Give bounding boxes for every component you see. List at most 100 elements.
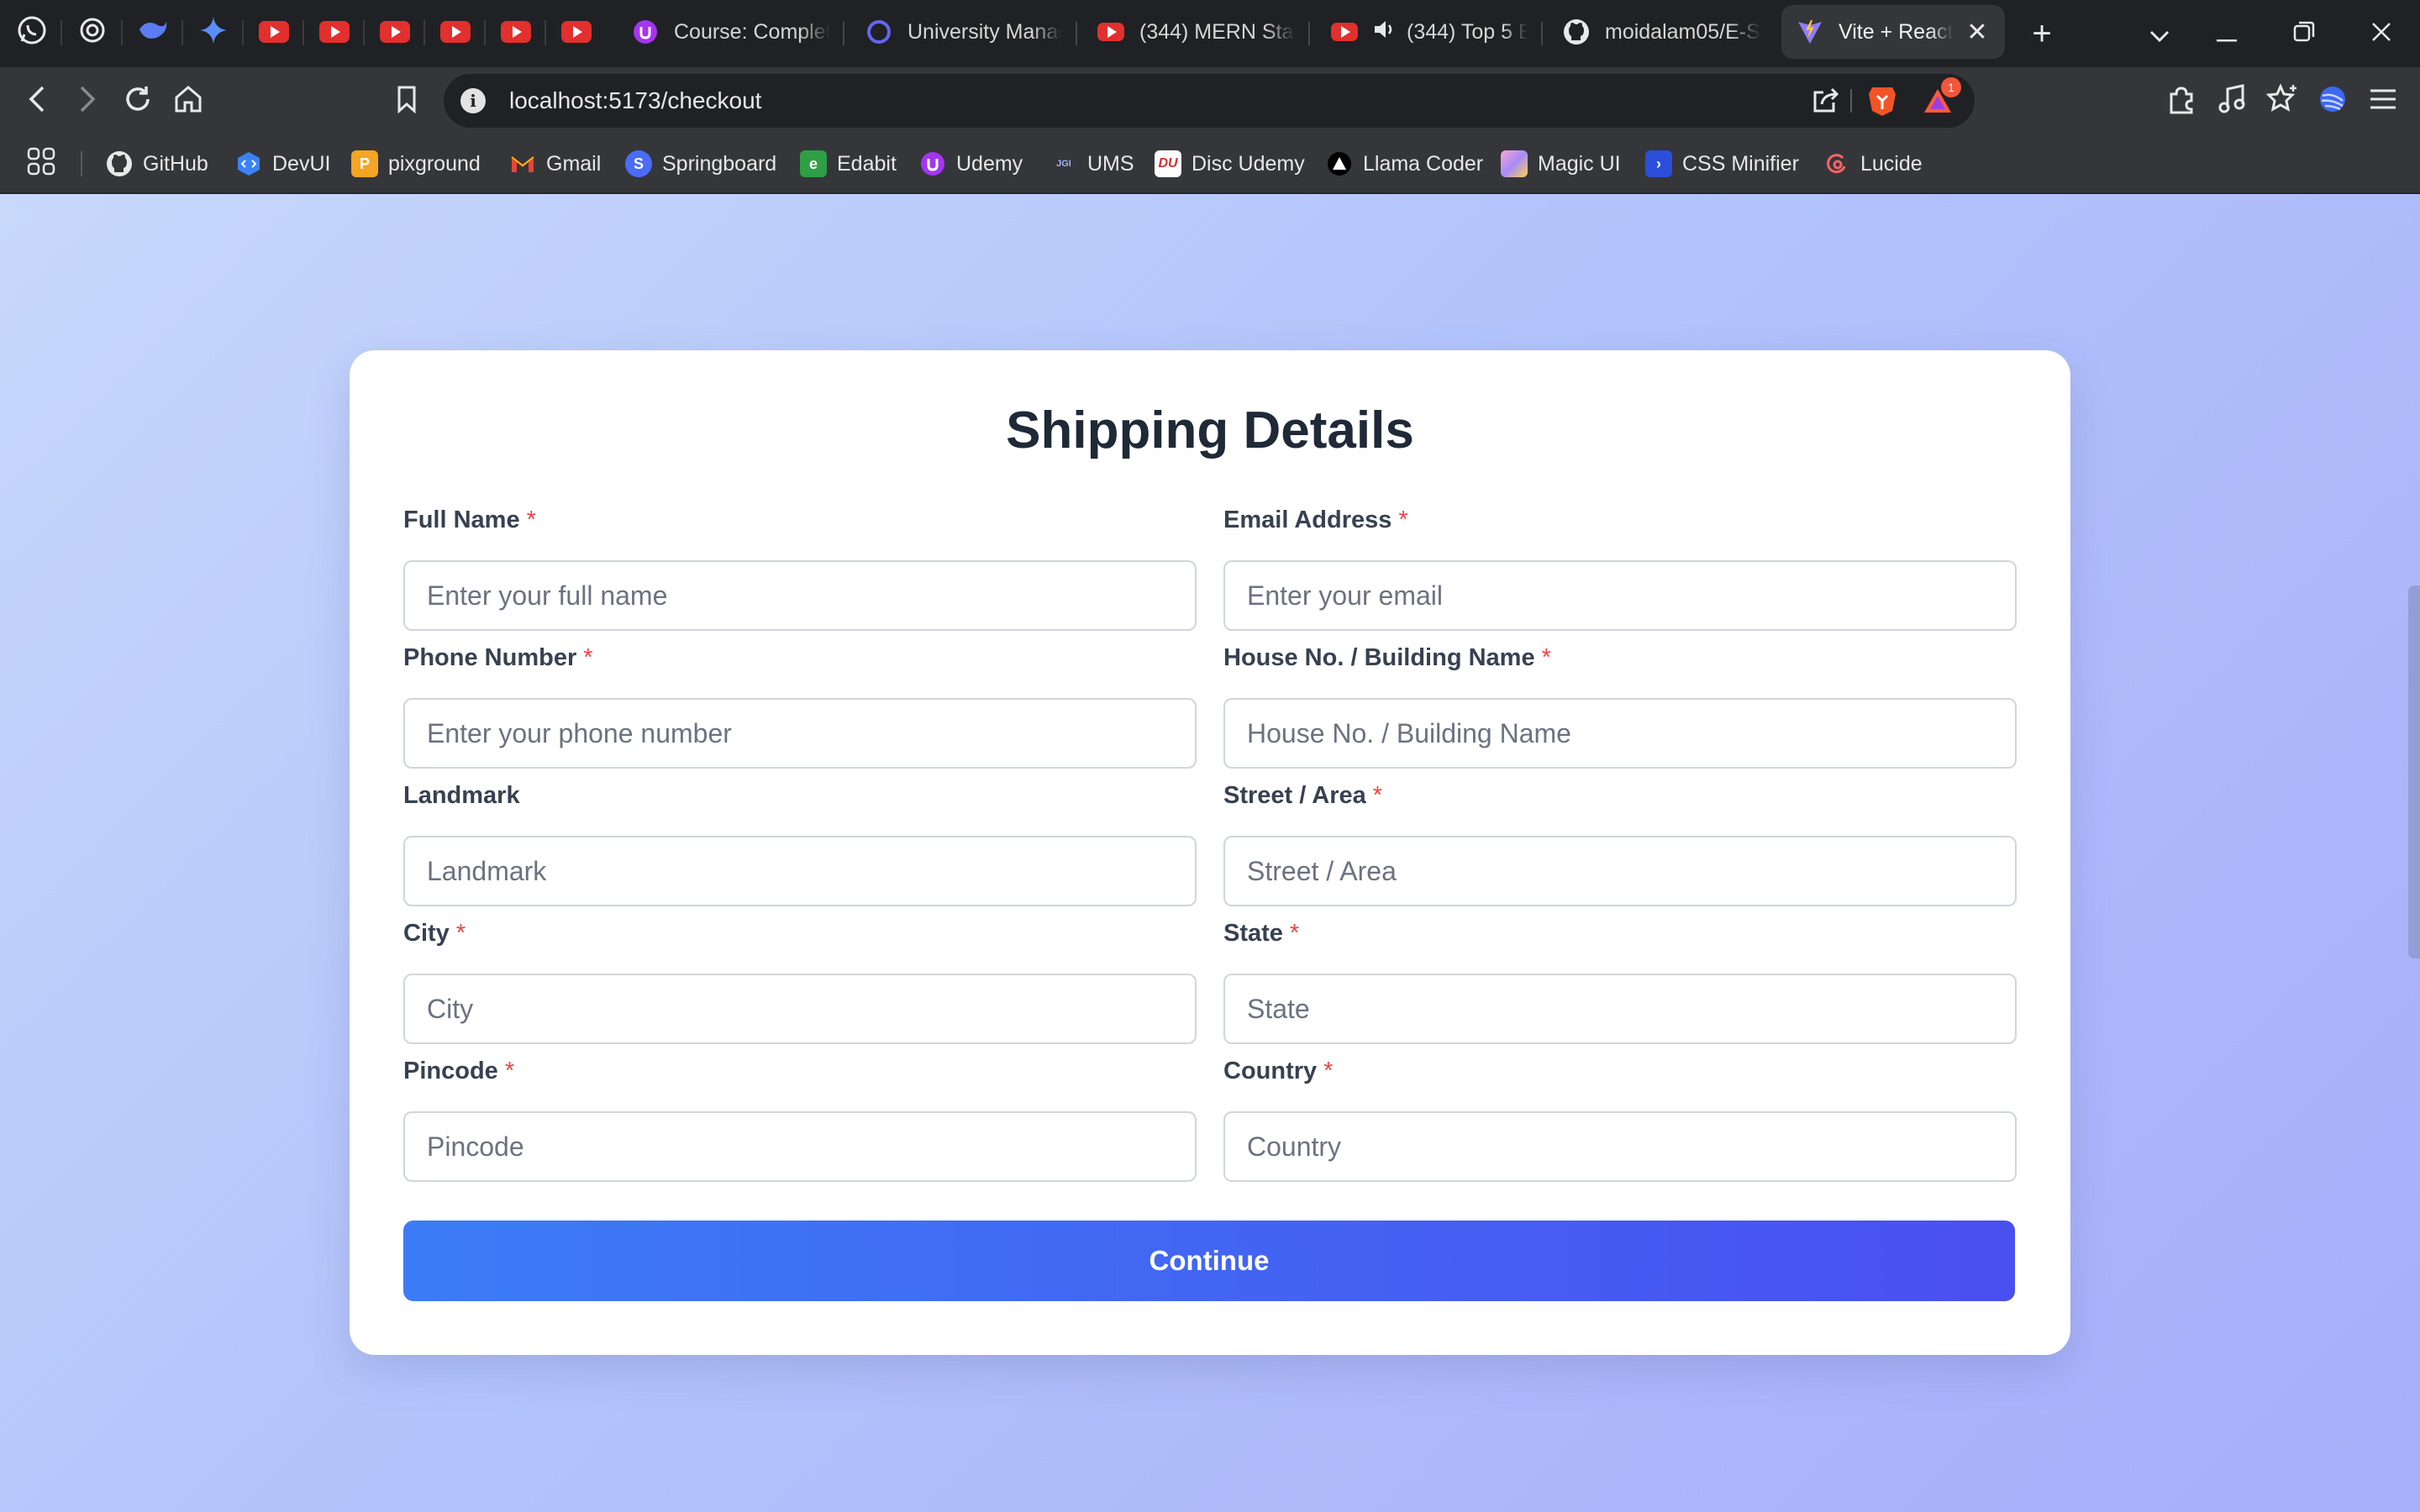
bookmark-label: Gmail bbox=[546, 151, 602, 176]
address-bar[interactable]: i localhost:5173/checkout 1 bbox=[444, 74, 1975, 128]
bookmark-label: Edabit bbox=[837, 151, 897, 176]
street-field: Street / Area * bbox=[1223, 782, 2017, 906]
tab-course[interactable]: Course: Complete C bbox=[617, 5, 845, 59]
wallet-button[interactable] bbox=[2307, 76, 2358, 126]
pinned-tab-whatsapp[interactable] bbox=[5, 5, 62, 59]
puzzle-icon bbox=[2166, 84, 2196, 118]
bookmark-icon bbox=[397, 85, 417, 118]
email-input[interactable] bbox=[1223, 560, 2017, 631]
bookmark-ums[interactable]: JGI UMS bbox=[1050, 134, 1134, 193]
close-tab-icon[interactable]: ✕ bbox=[1965, 18, 1990, 47]
house-input[interactable] bbox=[1223, 698, 2017, 769]
tab-top-5[interactable]: (344) Top 5 B bbox=[1316, 5, 1543, 59]
street-input[interactable] bbox=[1223, 836, 2017, 906]
tab-mern-stack[interactable]: (344) MERN Stack bbox=[1082, 5, 1311, 59]
plus-icon: + bbox=[2032, 14, 2052, 52]
bookmark-label: Llama Coder bbox=[1363, 151, 1484, 176]
close-icon bbox=[2370, 18, 2392, 50]
bookmark-page-button[interactable] bbox=[381, 76, 432, 126]
github-icon bbox=[1563, 18, 1590, 45]
pinned-tab-youtube-5[interactable] bbox=[489, 5, 546, 59]
phone-input[interactable] bbox=[403, 698, 1197, 769]
leo-ai-button[interactable] bbox=[2257, 76, 2307, 126]
new-tab-button[interactable]: + bbox=[2017, 8, 2067, 59]
state-input[interactable] bbox=[1223, 974, 2017, 1044]
tab-title: moidalam05/E-Sh bbox=[1605, 19, 1761, 44]
extensions-button[interactable] bbox=[2156, 76, 2207, 126]
bookmark-lucide[interactable]: Lucide bbox=[1823, 134, 1923, 193]
tab-vite-react[interactable]: Vite + React ✕ bbox=[1781, 5, 2005, 59]
full-name-label: Full Name * bbox=[403, 507, 536, 533]
bookmark-llama-coder[interactable]: Llama Coder bbox=[1326, 134, 1483, 193]
sparkle-star-icon bbox=[2265, 82, 2298, 119]
youtube-icon bbox=[501, 21, 531, 43]
pinned-tab-youtube-2[interactable] bbox=[308, 5, 365, 59]
brave-shields-icon[interactable] bbox=[1867, 84, 1897, 122]
bookmark-udemy[interactable]: Udemy bbox=[919, 134, 1023, 193]
close-window-button[interactable] bbox=[2356, 8, 2407, 59]
continue-button[interactable]: Continue bbox=[403, 1221, 2015, 1301]
springboard-icon: S bbox=[625, 150, 652, 177]
pinned-tab-gemini[interactable] bbox=[187, 5, 244, 59]
url-text[interactable]: localhost:5173/checkout bbox=[509, 74, 761, 128]
home-button[interactable] bbox=[163, 76, 213, 126]
pinned-tab-deepseek[interactable] bbox=[126, 5, 183, 59]
bookmark-devui[interactable]: DevUI bbox=[235, 134, 330, 193]
magic-ui-icon bbox=[1501, 150, 1528, 177]
address-divider bbox=[1850, 89, 1852, 113]
bookmark-pixground[interactable]: P pixground bbox=[351, 134, 481, 193]
tab-search-button[interactable] bbox=[2134, 8, 2185, 59]
tab-github[interactable]: moidalam05/E-Sh bbox=[1548, 5, 1776, 59]
bookmarks-divider bbox=[81, 151, 82, 176]
pinned-tab-youtube-1[interactable] bbox=[247, 5, 304, 59]
landmark-field: Landmark bbox=[403, 782, 1197, 906]
share-icon[interactable] bbox=[1810, 86, 1840, 120]
pinned-tab-youtube-3[interactable] bbox=[368, 5, 425, 59]
minimize-button[interactable] bbox=[2202, 8, 2252, 59]
site-info-icon[interactable]: i bbox=[460, 88, 486, 113]
scrollbar-thumb[interactable] bbox=[2408, 585, 2420, 958]
tab-divider bbox=[1541, 22, 1543, 45]
pinned-tab-youtube-6[interactable] bbox=[550, 5, 603, 59]
speaker-icon[interactable] bbox=[1373, 19, 1395, 45]
forward-button[interactable] bbox=[62, 76, 113, 126]
pinned-tab-youtube-4[interactable] bbox=[429, 5, 486, 59]
whatsapp-icon bbox=[17, 15, 47, 50]
youtube-icon bbox=[1097, 18, 1124, 45]
chatgpt-icon bbox=[77, 15, 108, 50]
youtube-icon bbox=[380, 21, 410, 43]
country-input[interactable] bbox=[1223, 1111, 2017, 1182]
home-icon bbox=[173, 84, 203, 118]
pincode-input[interactable] bbox=[403, 1111, 1197, 1182]
pinned-tab-chatgpt[interactable] bbox=[66, 5, 123, 59]
bookmark-css-minifier[interactable]: › CSS Minifier bbox=[1645, 134, 1799, 193]
tab-divider bbox=[1308, 22, 1310, 45]
bookmark-disc-udemy[interactable]: DU Disc Udemy bbox=[1155, 134, 1305, 193]
bookmark-label: pixground bbox=[388, 151, 481, 176]
media-button[interactable] bbox=[2207, 76, 2257, 126]
github-icon bbox=[106, 150, 133, 177]
house-field: House No. / Building Name * bbox=[1223, 644, 2017, 769]
bookmark-gmail[interactable]: Gmail bbox=[509, 134, 601, 193]
bookmark-label: Disc Udemy bbox=[1192, 151, 1305, 176]
bookmark-edabit[interactable]: e Edabit bbox=[800, 134, 897, 193]
ums-icon: JGI bbox=[1056, 159, 1071, 169]
youtube-icon bbox=[319, 21, 350, 43]
bookmark-magic-ui[interactable]: Magic UI bbox=[1501, 134, 1621, 193]
landmark-input[interactable] bbox=[403, 836, 1197, 906]
state-field: State * bbox=[1223, 920, 2017, 1044]
state-label: State * bbox=[1223, 920, 1300, 947]
bookmark-github[interactable]: GitHub bbox=[106, 134, 208, 193]
apps-button[interactable] bbox=[27, 134, 55, 193]
menu-button[interactable] bbox=[2358, 76, 2408, 126]
reload-button[interactable] bbox=[113, 76, 163, 126]
restore-button[interactable] bbox=[2279, 8, 2329, 59]
pincode-label: Pincode * bbox=[403, 1058, 515, 1084]
youtube-icon bbox=[1331, 18, 1358, 45]
full-name-input[interactable] bbox=[403, 560, 1197, 631]
back-button[interactable] bbox=[12, 76, 62, 126]
youtube-icon bbox=[440, 21, 471, 43]
tab-university[interactable]: University Manage bbox=[850, 5, 1077, 59]
bookmark-springboard[interactable]: S Springboard bbox=[625, 134, 776, 193]
city-input[interactable] bbox=[403, 974, 1197, 1044]
